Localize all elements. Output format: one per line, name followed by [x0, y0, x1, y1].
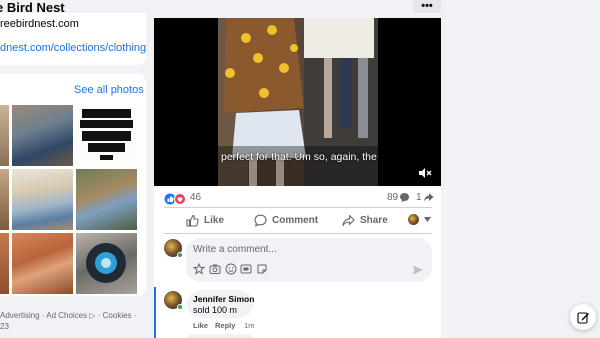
comment-timestamp[interactable]: 1m [244, 321, 254, 330]
photo-thumbnail[interactable] [12, 105, 73, 166]
emoji-icon[interactable] [225, 262, 237, 275]
like-button[interactable]: Like [186, 214, 224, 227]
new-message-button[interactable] [570, 304, 596, 330]
comment-input[interactable] [193, 242, 393, 256]
next-comment-bubble [187, 334, 253, 338]
reaction-icons[interactable] [164, 192, 188, 205]
avatar-sticker-icon[interactable] [192, 262, 206, 275]
comments-count-value: 89 [387, 192, 399, 203]
footer-links[interactable]: Advertising · Ad Choices ▷ · Cookies · [0, 311, 136, 320]
mute-icon[interactable] [418, 166, 432, 178]
photo-thumbnail[interactable] [76, 169, 137, 230]
reactions-divider [164, 207, 432, 208]
intro-email[interactable]: reebirdnest.com [0, 18, 79, 30]
avatar [408, 214, 419, 225]
more-options-button[interactable]: ••• [413, 0, 441, 13]
gif-icon[interactable] [240, 262, 252, 274]
shares-count-value: 1 [416, 192, 422, 203]
photo-thumbnail[interactable] [12, 169, 73, 230]
intro-website-link[interactable]: dnest.com/collections/clothing [0, 42, 146, 54]
photo-thumbnail[interactable] [12, 233, 73, 294]
chat-icon [254, 214, 267, 227]
photo-thumbnail[interactable] [0, 233, 9, 294]
comments-count[interactable]: 89 [387, 192, 410, 203]
footer-copyright-year: 23 [0, 322, 9, 331]
comment-bubble-icon [400, 193, 410, 202]
like-label: Like [204, 215, 225, 226]
comment-reply-link[interactable]: Reply [215, 321, 235, 330]
photo-thumbnail[interactable] [76, 233, 137, 294]
camera-icon[interactable] [209, 262, 221, 274]
comment-author[interactable]: Jennifer Simon [193, 294, 254, 304]
share-icon [342, 214, 355, 227]
photo-thumbnail[interactable] [0, 105, 9, 166]
see-all-photos-link[interactable]: See all photos [74, 84, 144, 96]
thumbs-up-icon [186, 214, 199, 227]
compose-icon [576, 311, 589, 324]
sticker-icon[interactable] [256, 262, 268, 274]
comment-thread-line [154, 287, 156, 338]
reaction-as-page-selector[interactable] [408, 214, 431, 225]
online-status-dot [177, 304, 183, 310]
video-caption: perfect for that. Um so, again, the [221, 151, 377, 163]
chevron-down-icon [424, 217, 431, 222]
reaction-count[interactable]: 46 [190, 192, 201, 203]
share-arrow-icon [423, 193, 434, 202]
comment-label: Comment [272, 215, 319, 226]
comment-text: sold 100 m [193, 305, 238, 315]
share-label: Share [360, 215, 388, 226]
send-icon[interactable] [412, 263, 424, 275]
comment-button[interactable]: Comment [254, 214, 318, 227]
comment-like-link[interactable]: Like [193, 321, 208, 330]
online-status-dot [177, 252, 183, 258]
actions-divider [164, 233, 432, 234]
share-button[interactable]: Share [342, 214, 388, 227]
photo-thumbnail[interactable] [0, 169, 9, 230]
photo-thumbnail[interactable] [76, 105, 137, 166]
shares-count[interactable]: 1 [416, 192, 434, 203]
